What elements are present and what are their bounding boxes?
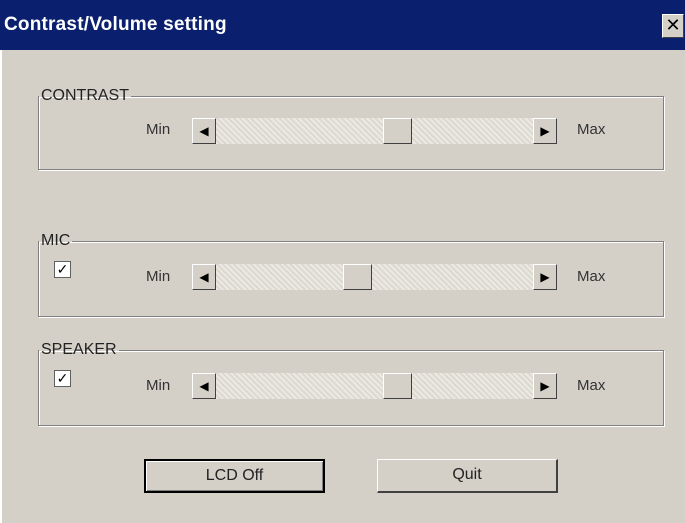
- close-button[interactable]: ✕: [662, 14, 684, 38]
- contrast-legend: CONTRAST: [41, 87, 129, 104]
- contrast-slider-thumb[interactable]: [383, 118, 413, 144]
- speaker-min-label: Min: [146, 377, 171, 394]
- mic-legend: MIC: [41, 232, 71, 249]
- speaker-slider[interactable]: ◀ ▶: [192, 373, 557, 399]
- mic-left-arrow-button[interactable]: ◀: [192, 264, 216, 290]
- close-icon: ✕: [665, 15, 681, 35]
- mic-slider[interactable]: ◀ ▶: [192, 264, 557, 290]
- mic-slider-thumb[interactable]: [342, 264, 372, 290]
- speaker-checkbox[interactable]: ✓: [54, 370, 71, 387]
- contrast-left-arrow-button[interactable]: ◀: [192, 118, 216, 144]
- contrast-slider[interactable]: ◀ ▶: [192, 118, 557, 144]
- contrast-max-label: Max: [577, 121, 606, 138]
- window-title: Contrast/Volume setting: [4, 14, 227, 35]
- left-arrow-icon: ◀: [199, 270, 209, 284]
- mic-right-arrow-button[interactable]: ▶: [533, 264, 557, 290]
- check-icon: ✓: [56, 261, 69, 277]
- speaker-right-arrow-button[interactable]: ▶: [533, 373, 557, 399]
- left-arrow-icon: ◀: [199, 124, 209, 138]
- lcd-off-button[interactable]: LCD Off: [144, 459, 325, 493]
- speaker-left-arrow-button[interactable]: ◀: [192, 373, 216, 399]
- mic-slider-track[interactable]: [216, 264, 533, 290]
- right-arrow-icon: ▶: [540, 124, 550, 138]
- check-icon: ✓: [56, 370, 69, 386]
- right-arrow-icon: ▶: [540, 379, 550, 393]
- mic-max-label: Max: [577, 268, 606, 285]
- speaker-max-label: Max: [577, 377, 606, 394]
- speaker-slider-track[interactable]: [216, 373, 533, 399]
- speaker-slider-thumb[interactable]: [383, 373, 413, 399]
- contrast-slider-track[interactable]: [216, 118, 533, 144]
- contrast-right-arrow-button[interactable]: ▶: [533, 118, 557, 144]
- mic-min-label: Min: [146, 268, 171, 285]
- right-arrow-icon: ▶: [540, 270, 550, 284]
- quit-button[interactable]: Quit: [377, 459, 558, 493]
- title-bar: Contrast/Volume setting ✕: [0, 0, 685, 50]
- left-arrow-icon: ◀: [199, 379, 209, 393]
- mic-checkbox[interactable]: ✓: [54, 261, 71, 278]
- speaker-legend: SPEAKER: [41, 341, 117, 358]
- contrast-min-label: Min: [146, 121, 171, 138]
